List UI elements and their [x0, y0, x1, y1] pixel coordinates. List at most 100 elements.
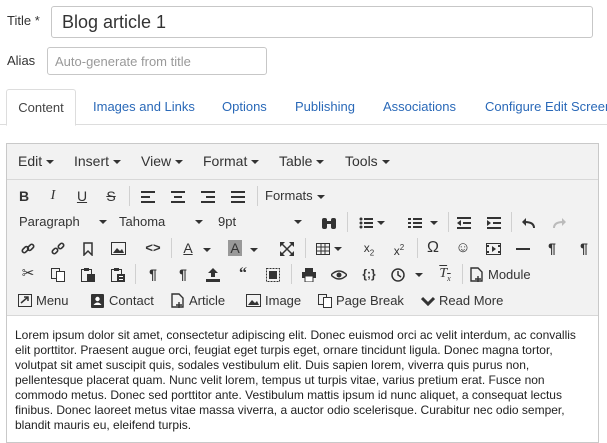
fullscreen-icon	[280, 241, 294, 256]
menu-button[interactable]: Menu	[18, 289, 69, 311]
title-input[interactable]	[51, 6, 593, 38]
insert-image-button[interactable]	[108, 237, 128, 259]
align-left-icon	[141, 190, 155, 203]
rtl-button[interactable]: ¶	[573, 237, 595, 259]
module-button[interactable]: Module	[470, 263, 531, 285]
emoticons-button[interactable]: ☺	[453, 237, 473, 259]
formats-dropdown[interactable]: Formats	[265, 185, 325, 207]
chevron-down-icon	[249, 247, 258, 252]
editor-content[interactable]: Lorem ipsum dolor sit amet, consectetur …	[15, 328, 590, 433]
contact-card-icon	[91, 293, 104, 308]
article-button[interactable]: Article	[171, 289, 225, 311]
editor-toolbars: B I U S Formats Paragraph Tahoma 9pt <> …	[7, 180, 598, 316]
align-center-button[interactable]	[168, 185, 188, 207]
tab-configure-edit-screen[interactable]: Configure Edit Screen	[485, 89, 607, 125]
file-add-icon	[171, 293, 184, 309]
read-more-button[interactable]: Read More	[420, 289, 503, 311]
clock-icon	[391, 267, 405, 282]
link-button[interactable]	[18, 237, 38, 259]
contact-button[interactable]: Contact	[91, 289, 154, 311]
align-justify-button[interactable]	[228, 185, 248, 207]
underline-button[interactable]: U	[73, 185, 91, 207]
copy-button[interactable]	[48, 263, 68, 285]
paste-text-button[interactable]	[108, 263, 128, 285]
paste-button[interactable]	[78, 263, 98, 285]
text-color-button[interactable]: A	[179, 237, 215, 259]
page-break-button[interactable]: Page Break	[318, 289, 404, 311]
menu-edit[interactable]: Edit	[18, 153, 55, 169]
find-replace-button[interactable]	[319, 211, 339, 233]
align-right-button[interactable]	[198, 185, 218, 207]
insert-datetime-button[interactable]	[389, 263, 425, 285]
special-character-button[interactable]: Ω	[423, 237, 443, 259]
superscript-button[interactable]: x2	[388, 237, 410, 259]
toolbar-divider	[135, 264, 136, 284]
unlink-button[interactable]	[48, 237, 68, 259]
clear-formatting-icon: Tx	[439, 266, 451, 283]
align-center-icon	[171, 190, 185, 203]
image-button[interactable]: Image	[246, 289, 301, 311]
tab-options[interactable]: Options	[222, 89, 267, 125]
insert-template-button[interactable]	[203, 263, 223, 285]
tab-publishing[interactable]: Publishing	[295, 89, 355, 125]
menu-tools[interactable]: Tools	[345, 153, 390, 169]
horizontal-rule-button[interactable]	[513, 237, 533, 259]
anchor-button[interactable]	[78, 237, 98, 259]
copy-icon	[318, 293, 332, 308]
image-label: Image	[265, 292, 302, 308]
tab-bar: Content Images and Links Options Publish…	[0, 89, 607, 126]
menu-format[interactable]: Format	[203, 153, 260, 169]
clear-formatting-button[interactable]: Tx	[435, 263, 455, 285]
print-button[interactable]	[299, 263, 319, 285]
tab-content[interactable]: Content	[6, 89, 76, 126]
tab-images-and-links[interactable]: Images and Links	[93, 89, 195, 125]
undo-button[interactable]	[519, 211, 539, 233]
bold-button[interactable]: B	[15, 185, 33, 207]
block-format-select[interactable]: Paragraph	[19, 211, 107, 233]
font-size-select[interactable]: 9pt	[218, 211, 304, 233]
visual-chars-button[interactable]: ¶	[173, 263, 193, 285]
italic-button[interactable]: I	[44, 185, 62, 207]
numbered-list-button[interactable]	[403, 211, 443, 233]
align-left-button[interactable]	[138, 185, 158, 207]
undo-icon	[522, 217, 535, 228]
table-icon	[316, 242, 330, 255]
background-color-icon: A	[228, 240, 242, 256]
cut-button[interactable]: ✂	[18, 263, 38, 285]
pilcrow-icon: ¶	[179, 266, 187, 282]
show-blocks-button[interactable]: ¶	[143, 263, 163, 285]
blockquote-button[interactable]: “	[233, 263, 253, 285]
toolbar-divider	[291, 264, 292, 284]
block-format-value: Paragraph	[19, 214, 80, 229]
visual-aid-button[interactable]	[263, 263, 283, 285]
strikethrough-button[interactable]: S	[102, 185, 120, 207]
menu-insert[interactable]: Insert	[74, 153, 122, 169]
toolbar-divider	[257, 186, 258, 206]
superscript-icon: x2	[393, 243, 405, 258]
media-button[interactable]	[483, 237, 503, 259]
subscript-button[interactable]: x2	[358, 237, 380, 259]
subscript-icon: x2	[363, 241, 375, 258]
table-button[interactable]	[313, 237, 345, 259]
code-button[interactable]: <>	[143, 237, 163, 259]
toolbar-divider	[448, 212, 449, 232]
redo-button[interactable]	[549, 211, 569, 233]
preview-button[interactable]	[329, 263, 349, 285]
indent-button[interactable]	[484, 211, 504, 233]
menu-view[interactable]: View	[141, 153, 184, 169]
outdent-button[interactable]	[454, 211, 474, 233]
bookmark-icon	[83, 241, 93, 257]
bullet-list-button[interactable]	[357, 211, 387, 233]
font-family-select[interactable]: Tahoma	[119, 211, 205, 233]
code-sample-button[interactable]: {;}	[357, 263, 381, 285]
image-icon	[246, 294, 261, 308]
menu-link-icon	[18, 294, 32, 308]
fullscreen-button[interactable]	[277, 237, 297, 259]
tab-associations[interactable]: Associations	[383, 89, 456, 125]
paste-icon	[81, 267, 95, 282]
background-color-button[interactable]: A	[225, 237, 261, 259]
alias-input[interactable]	[47, 47, 267, 75]
ltr-button[interactable]: ¶	[541, 237, 563, 259]
menu-table[interactable]: Table	[279, 153, 325, 169]
italic-icon: I	[50, 188, 56, 203]
